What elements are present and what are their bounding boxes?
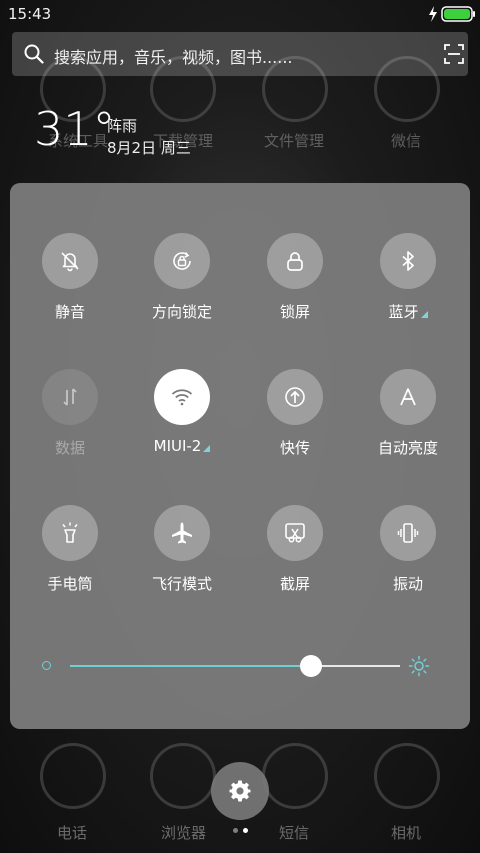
- charging-bolt-icon: [429, 6, 437, 22]
- dock-label: 浏览器: [161, 824, 207, 842]
- gear-icon: [229, 780, 251, 802]
- mute-bell-icon: [42, 233, 98, 289]
- tile-flashlight[interactable]: 手电筒: [20, 505, 120, 615]
- page-dot: [242, 828, 248, 833]
- status-bar: 15:43: [0, 0, 480, 28]
- search-icon: [24, 44, 44, 64]
- vibrate-icon: [380, 505, 436, 561]
- tile-wifi[interactable]: MIUI-2: [132, 369, 232, 479]
- brightness-high-icon: [408, 655, 430, 677]
- expand-indicator-icon: [420, 311, 428, 318]
- wifi-icon: [154, 369, 210, 425]
- tile-label: 截屏: [279, 575, 310, 593]
- rotation-lock-icon: [154, 233, 210, 289]
- tile-lock-screen[interactable]: 锁屏: [245, 233, 345, 343]
- bg-app-label: 文件管理: [264, 132, 325, 150]
- weather-condition: 阵雨: [107, 117, 138, 135]
- page-dot: [232, 828, 238, 833]
- tile-label: 振动: [392, 575, 423, 593]
- flashlight-icon: [42, 505, 98, 561]
- brightness-slider-thumb[interactable]: [299, 655, 322, 677]
- battery-icon: [441, 6, 475, 22]
- brightness-slider[interactable]: [70, 655, 400, 677]
- status-time: 15:43: [8, 5, 52, 23]
- tile-label: 飞行模式: [151, 575, 212, 593]
- tile-quick-transfer[interactable]: 快传: [245, 369, 345, 479]
- browser-icon: [150, 743, 216, 809]
- brightness-control: [40, 648, 440, 684]
- tile-airplane-mode[interactable]: 飞行模式: [132, 505, 232, 615]
- search-placeholder: 搜索应用，音乐，视频，图书......: [54, 48, 293, 67]
- tile-label: 数据: [54, 439, 85, 457]
- bg-app-label: 微信: [391, 132, 422, 150]
- tile-bluetooth[interactable]: 蓝牙: [358, 233, 458, 343]
- tile-label: MIUI-2: [132, 437, 232, 455]
- brightness-low-icon: [42, 661, 51, 670]
- search-bar[interactable]: 搜索应用，音乐，视频，图书......: [12, 32, 468, 76]
- camera-icon: [374, 743, 440, 809]
- tile-auto-brightness[interactable]: 自动亮度: [358, 369, 458, 479]
- mobile-data-icon: [42, 369, 98, 425]
- settings-button[interactable]: [211, 762, 269, 820]
- tile-mobile-data[interactable]: 数据: [20, 369, 120, 479]
- quick-transfer-icon: [267, 369, 323, 425]
- tile-mute[interactable]: 静音: [20, 233, 120, 343]
- tile-label: 自动亮度: [377, 439, 438, 457]
- tile-label: 方向锁定: [151, 303, 212, 321]
- tile-rotation-lock[interactable]: 方向锁定: [132, 233, 232, 343]
- bluetooth-icon: [380, 233, 436, 289]
- weather-date: 8月2日 周三: [107, 139, 191, 157]
- phone-icon: [40, 743, 106, 809]
- tile-label: 锁屏: [279, 303, 310, 321]
- tile-label: 蓝牙: [358, 301, 458, 322]
- sms-icon: [262, 743, 328, 809]
- lock-icon: [267, 233, 323, 289]
- screenshot-icon: [267, 505, 323, 561]
- scan-icon[interactable]: [444, 44, 464, 64]
- weather-temperature: 31°: [34, 102, 116, 156]
- expand-indicator-icon: [203, 445, 211, 452]
- dock-label: 电话: [57, 824, 88, 842]
- dock-label: 短信: [279, 824, 310, 842]
- auto-brightness-icon: [380, 369, 436, 425]
- tile-screenshot[interactable]: 截屏: [245, 505, 345, 615]
- dock-label: 相机: [391, 824, 422, 842]
- airplane-icon: [154, 505, 210, 561]
- tile-label: 快传: [279, 439, 310, 457]
- brightness-slider-fill: [70, 665, 311, 667]
- tile-label: 静音: [54, 303, 85, 321]
- tile-label: 手电筒: [47, 575, 93, 593]
- tile-vibrate[interactable]: 振动: [358, 505, 458, 615]
